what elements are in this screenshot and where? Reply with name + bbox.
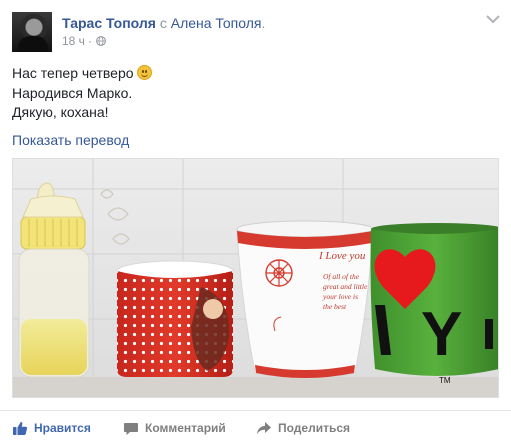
post-timestamp-link[interactable]: 18 ч [62, 34, 85, 48]
mug-love-text: I Love you [318, 250, 366, 262]
thumbs-up-icon [13, 422, 28, 435]
meta-separator: · [87, 34, 92, 48]
photo-illustration: I Love you Of all of the great and littl… [13, 159, 498, 397]
author-name-link[interactable]: Тарас Тополя [62, 15, 156, 31]
post-meta: 18 ч · [62, 34, 106, 48]
post-text-line-3: Дякую, кохана! [12, 104, 109, 120]
post-header: Тарас Тополя с Алена Тополя. [62, 14, 265, 32]
show-translation-link[interactable]: Показать перевод [12, 131, 129, 149]
avatar-silhouette [18, 36, 48, 52]
tagged-suffix: . [261, 15, 266, 31]
ny-tm: TM [439, 376, 451, 385]
mug-text-line: your love is [322, 292, 358, 301]
tagged-person-link[interactable]: Алена Тополя [171, 15, 262, 31]
share-button[interactable]: Поделиться [256, 419, 350, 437]
with-word: с [159, 15, 167, 31]
like-button[interactable]: Нравится [12, 419, 91, 437]
facebook-post: Тарас Тополя с Алена Тополя. 18 ч · Нас … [0, 0, 511, 442]
share-arrow-icon [257, 422, 271, 434]
share-label: Поделиться [278, 421, 351, 435]
post-body: Нас тепер четверо Народився Марко. Дякую… [12, 64, 153, 123]
post-text-line-2: Народився Марко. [12, 84, 133, 101]
comment-icon [124, 423, 138, 435]
post-text-line-1: Нас тепер четверо [12, 64, 153, 84]
post-actions-bar: Нравится Комментарий Поделиться [0, 410, 511, 443]
green-mug: Y TM [370, 223, 498, 385]
globe-icon[interactable] [96, 36, 106, 46]
ny-letter: Y [421, 300, 462, 369]
mug-text-line: great and little [323, 282, 368, 291]
baby-bottle [18, 182, 90, 378]
post-photo[interactable]: I Love you Of all of the great and littl… [12, 158, 499, 398]
red-mug [116, 260, 234, 377]
comment-label: Комментарий [145, 421, 226, 435]
comment-button[interactable]: Комментарий [123, 419, 226, 437]
white-mug: I Love you Of all of the great and littl… [236, 220, 374, 379]
smiley-emoji-icon [137, 65, 153, 80]
chevron-down-icon[interactable] [486, 14, 500, 24]
mug-text-line: Of all of the [323, 272, 360, 281]
like-label: Нравится [34, 421, 91, 435]
author-avatar[interactable] [12, 12, 52, 52]
mug-text-line: the best [323, 302, 347, 311]
